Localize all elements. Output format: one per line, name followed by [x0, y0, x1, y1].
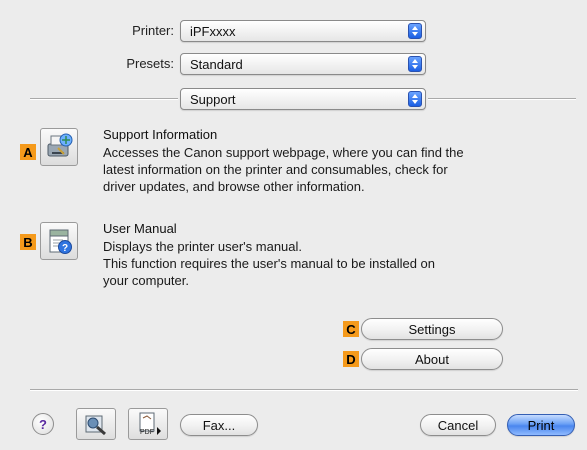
support-info-icon [47, 133, 73, 157]
user-manual-title: User Manual [103, 221, 177, 236]
help-button[interactable]: ? [32, 413, 54, 435]
user-manual-button[interactable]: ? [40, 222, 78, 260]
cancel-button[interactable]: Cancel [420, 414, 496, 436]
presets-label: Presets: [126, 56, 174, 71]
fax-button[interactable]: Fax... [180, 414, 258, 436]
printer-popup[interactable]: iPFxxxx [180, 20, 426, 42]
popup-arrows-icon [408, 91, 422, 107]
pdf-label: PDF [140, 429, 154, 436]
marker-a: A [20, 144, 36, 160]
divider-left [30, 98, 178, 99]
popup-arrows-icon [408, 56, 422, 72]
user-manual-description: Displays the printer user's manual. This… [103, 238, 563, 289]
user-manual-line: Displays the printer user's manual. [103, 239, 303, 254]
preview-icon [85, 415, 106, 436]
divider-right [428, 98, 576, 99]
footer-divider [30, 389, 578, 390]
user-manual-line: your computer. [103, 273, 189, 288]
svg-text:?: ? [62, 243, 68, 254]
support-info-button[interactable] [40, 128, 78, 166]
about-button[interactable]: About [361, 348, 503, 370]
marker-c: C [343, 321, 359, 337]
user-manual-line: This function requires the user's manual… [103, 256, 436, 271]
presets-popup[interactable]: Standard [180, 53, 426, 75]
help-icon: ? [39, 416, 47, 432]
marker-d: D [343, 351, 359, 367]
popup-arrows-icon [408, 23, 422, 39]
marker-b: B [20, 234, 36, 250]
print-button[interactable]: Print [507, 414, 575, 436]
settings-button[interactable]: Settings [361, 318, 503, 340]
panel-value: Support [190, 92, 236, 107]
support-info-line: Accesses the Canon support webpage, wher… [103, 145, 464, 160]
panel-popup[interactable]: Support [180, 88, 426, 110]
support-info-line: driver updates, and browse other informa… [103, 179, 365, 194]
preview-button[interactable] [76, 408, 116, 440]
support-info-description: Accesses the Canon support webpage, wher… [103, 144, 563, 195]
printer-label: Printer: [132, 23, 174, 38]
presets-value: Standard [190, 57, 243, 72]
support-info-line: latest information on the printer and co… [103, 162, 448, 177]
support-info-title: Support Information [103, 127, 218, 142]
pdf-button[interactable]: PDF [128, 408, 168, 440]
printer-value: iPFxxxx [190, 24, 236, 39]
user-manual-icon: ? [49, 229, 72, 254]
